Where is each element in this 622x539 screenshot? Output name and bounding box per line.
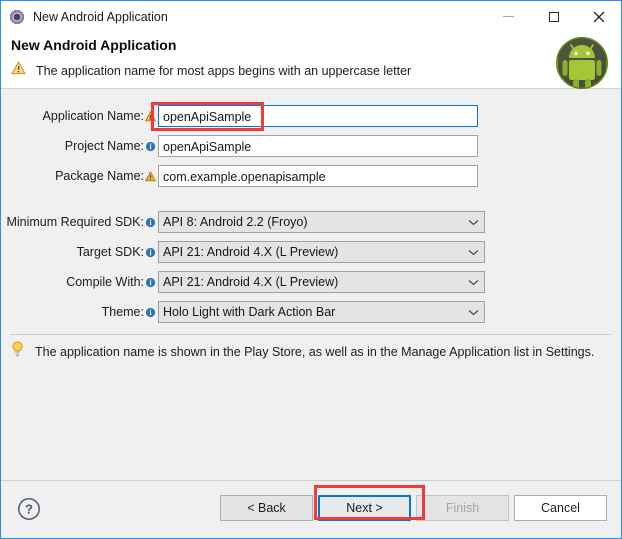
info-icon: [145, 245, 156, 259]
application-name-input[interactable]: openApiSample: [158, 105, 478, 127]
field-row-project-name: Project Name: openApiSample: [1, 133, 621, 159]
hint-text: The application name is shown in the Pla…: [35, 344, 595, 359]
field-row-application-name: Application Name: openApiSample: [1, 103, 621, 129]
field-row-target-sdk: Target SDK: API 21: Android 4.X (L Previ…: [1, 239, 621, 265]
chevron-down-icon: [462, 219, 484, 226]
theme-value: Holo Light with Dark Action Bar: [163, 305, 336, 319]
dialog-button-bar: < Back Next > Finish Cancel: [220, 495, 607, 521]
warning-icon: [145, 169, 156, 183]
header-message: The application name for most apps begin…: [36, 63, 412, 78]
finish-button: Finish: [416, 495, 509, 521]
warning-icon: [11, 60, 26, 80]
compile-with-dropdown[interactable]: API 21: Android 4.X (L Preview): [158, 271, 485, 293]
next-button[interactable]: Next >: [318, 495, 411, 521]
android-robot-icon: [554, 35, 610, 91]
field-label-project-name: Project Name:: [64, 139, 144, 153]
field-row-theme: Theme: Holo Light with Dark Action Bar: [1, 299, 621, 325]
svg-text:?: ?: [25, 502, 33, 517]
close-icon[interactable]: [576, 1, 621, 32]
info-icon: [145, 275, 156, 289]
field-label-theme: Theme:: [101, 305, 144, 319]
minimum-required-sdk-value: API 8: Android 2.2 (Froyo): [163, 215, 308, 229]
target-sdk-value: API 21: Android 4.X (L Preview): [163, 245, 339, 259]
warning-icon: [145, 109, 156, 123]
window-title: New Android Application: [33, 9, 168, 24]
chevron-down-icon: [462, 279, 484, 286]
application-form: Application Name: openApiSample Project …: [1, 89, 621, 325]
field-label-application-name: Application Name:: [42, 109, 144, 123]
cancel-button[interactable]: Cancel: [514, 495, 607, 521]
lightbulb-icon: [11, 341, 24, 362]
page-title: New Android Application: [11, 37, 177, 53]
window-controls: [486, 1, 621, 32]
title-bar: New Android Application: [1, 1, 621, 32]
back-button[interactable]: < Back: [220, 495, 313, 521]
field-label-minimum-required-sdk: Minimum Required SDK:: [6, 215, 144, 229]
maximize-icon[interactable]: [531, 1, 576, 32]
theme-dropdown[interactable]: Holo Light with Dark Action Bar: [158, 301, 485, 323]
field-label-compile-with: Compile With:: [66, 275, 144, 289]
hint-row: The application name is shown in the Pla…: [11, 341, 594, 362]
package-name-input[interactable]: com.example.openapisample: [158, 165, 478, 187]
info-icon: [145, 139, 156, 153]
field-row-package-name: Package Name: com.example.openapisample: [1, 163, 621, 189]
field-row-compile-with: Compile With: API 21: Android 4.X (L Pre…: [1, 269, 621, 295]
target-sdk-dropdown[interactable]: API 21: Android 4.X (L Preview): [158, 241, 485, 263]
info-icon: [145, 215, 156, 229]
field-label-target-sdk: Target SDK:: [76, 245, 144, 259]
minimum-required-sdk-dropdown[interactable]: API 8: Android 2.2 (Froyo): [158, 211, 485, 233]
field-label-package-name: Package Name:: [55, 169, 144, 183]
info-icon: [145, 305, 156, 319]
new-android-application-dialog: New Android Application New Android Appl…: [0, 0, 622, 539]
header-message-row: The application name for most apps begin…: [11, 60, 412, 80]
help-icon[interactable]: ?: [17, 497, 41, 521]
minimize-icon[interactable]: [486, 1, 531, 32]
project-name-input[interactable]: openApiSample: [158, 135, 478, 157]
hint-divider: [10, 334, 612, 335]
compile-with-value: API 21: Android 4.X (L Preview): [163, 275, 339, 289]
wizard-header: New Android Application The application …: [1, 32, 621, 89]
chevron-down-icon: [462, 249, 484, 256]
wizard-footer: ? < Back Next > Finish Cancel: [1, 480, 621, 538]
eclipse-wizard-icon: [9, 8, 25, 25]
chevron-down-icon: [462, 309, 484, 316]
field-row-minimum-required-sdk: Minimum Required SDK: API 8: Android 2.2…: [1, 209, 621, 235]
wizard-content: Application Name: openApiSample Project …: [1, 89, 621, 480]
